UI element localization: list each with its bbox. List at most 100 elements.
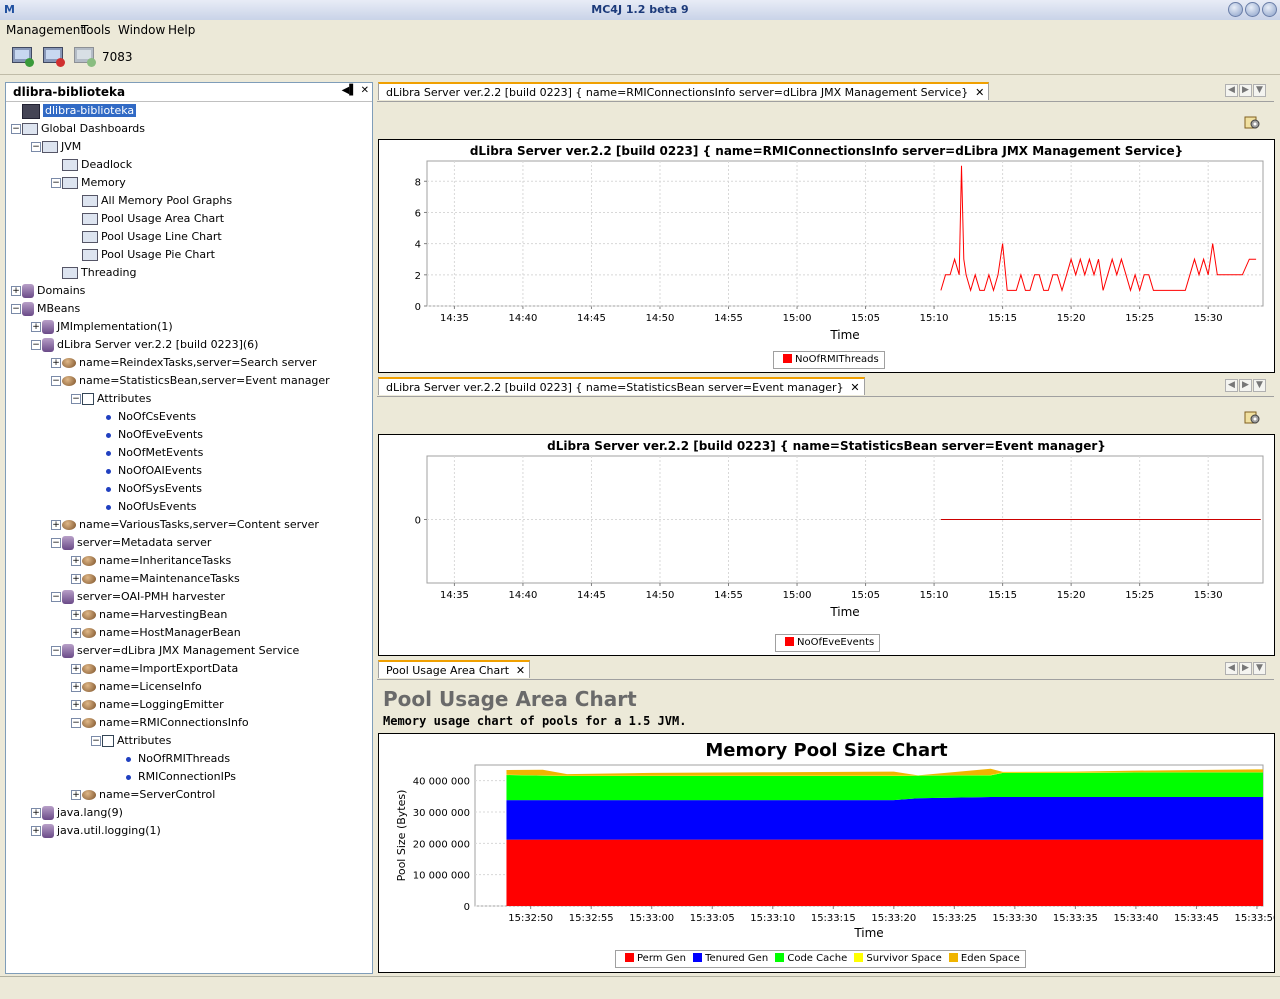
tree-node[interactable]: NoOfSysEvents xyxy=(102,480,202,498)
tree-node[interactable]: JMImplementation(1) xyxy=(42,318,173,336)
tree-node[interactable]: NoOfOAIEvents xyxy=(102,462,202,480)
tree-node[interactable]: Global Dashboards xyxy=(22,120,145,138)
expand-toggle-icon[interactable]: + xyxy=(31,826,41,836)
statistics-chart: dLibra Server ver.2.2 [build 0223] { nam… xyxy=(378,434,1275,656)
collapse-toggle-icon[interactable]: − xyxy=(31,142,41,152)
collapse-toggle-icon[interactable]: − xyxy=(51,646,61,656)
tree-node[interactable]: name=LicenseInfo xyxy=(82,678,202,696)
close-tab-icon[interactable]: ✕ xyxy=(850,379,859,397)
tree-node[interactable]: java.util.logging(1) xyxy=(42,822,161,840)
expand-toggle-icon[interactable]: + xyxy=(31,322,41,332)
close-tab-icon[interactable]: ✕ xyxy=(516,662,525,680)
tree-node[interactable]: server=OAI-PMH harvester xyxy=(62,588,225,606)
menu-management[interactable]: Management xyxy=(6,23,85,37)
tree-node[interactable]: dLibra Server ver.2.2 [build 0223](6) xyxy=(42,336,258,354)
tab-next-icon[interactable]: ▶ xyxy=(1239,379,1252,392)
jar-icon xyxy=(42,806,54,820)
tree-node[interactable]: Pool Usage Area Chart xyxy=(82,210,224,228)
tree-node[interactable]: NoOfRMIThreads xyxy=(122,750,230,768)
expand-toggle-icon[interactable]: + xyxy=(71,700,81,710)
menu-help[interactable]: Help xyxy=(168,23,195,37)
tab-list-icon[interactable]: ▼ xyxy=(1253,662,1266,675)
tree-node[interactable]: Attributes xyxy=(102,732,171,750)
refresh-connection-button[interactable] xyxy=(71,44,97,70)
collapse-toggle-icon[interactable]: − xyxy=(51,592,61,602)
collapse-toggle-icon[interactable]: − xyxy=(11,124,21,134)
expand-toggle-icon[interactable]: + xyxy=(71,682,81,692)
tree-node[interactable]: name=MaintenanceTasks xyxy=(82,570,240,588)
tree-node[interactable]: Attributes xyxy=(82,390,151,408)
tree-node[interactable]: JVM xyxy=(42,138,81,156)
tab-prev-icon[interactable]: ◀ xyxy=(1225,84,1238,97)
expand-toggle-icon[interactable]: + xyxy=(51,358,61,368)
menu-tools[interactable]: Tools xyxy=(81,23,111,37)
tree-node[interactable]: NoOfUsEvents xyxy=(102,498,197,516)
collapse-toggle-icon[interactable]: − xyxy=(51,538,61,548)
tree-node[interactable]: name=ServerControl xyxy=(82,786,215,804)
menu-window[interactable]: Window xyxy=(118,23,165,37)
expand-toggle-icon[interactable]: + xyxy=(71,610,81,620)
collapse-toggle-icon[interactable]: − xyxy=(51,376,61,386)
expand-toggle-icon[interactable]: + xyxy=(71,664,81,674)
tab-list-icon[interactable]: ▼ xyxy=(1253,379,1266,392)
chart-settings-icon[interactable] xyxy=(1244,114,1260,130)
expand-toggle-icon[interactable]: + xyxy=(11,286,21,296)
tab-rmi-connections[interactable]: dLibra Server ver.2.2 [build 0223] { nam… xyxy=(378,82,990,102)
tree-node[interactable]: name=StatisticsBean,server=Event manager xyxy=(62,372,330,390)
tree-node[interactable]: Memory xyxy=(62,174,126,192)
tab-prev-icon[interactable]: ◀ xyxy=(1225,379,1238,392)
tree-node[interactable]: Domains xyxy=(22,282,85,300)
tree-node[interactable]: name=HarvestingBean xyxy=(82,606,227,624)
expand-toggle-icon[interactable]: + xyxy=(71,574,81,584)
tree-node[interactable]: Pool Usage Line Chart xyxy=(82,228,222,246)
tab-next-icon[interactable]: ▶ xyxy=(1239,84,1252,97)
tree-node[interactable]: NoOfMetEvents xyxy=(102,444,203,462)
tab-prev-icon[interactable]: ◀ xyxy=(1225,662,1238,675)
tree-node[interactable]: NoOfCsEvents xyxy=(102,408,196,426)
tree-node[interactable]: name=ReindexTasks,server=Search server xyxy=(62,354,317,372)
tab-statistics-bean[interactable]: dLibra Server ver.2.2 [build 0223] { nam… xyxy=(378,377,865,395)
expand-toggle-icon[interactable]: + xyxy=(71,790,81,800)
tree-node[interactable]: dlibra-biblioteka xyxy=(22,102,137,120)
tree-node[interactable]: name=LoggingEmitter xyxy=(82,696,224,714)
tree-node[interactable]: name=HostManagerBean xyxy=(82,624,241,642)
collapse-toggle-icon[interactable]: − xyxy=(71,394,81,404)
tree-node[interactable]: name=VariousTasks,server=Content server xyxy=(62,516,319,534)
tree-node-label: server=Metadata server xyxy=(77,536,212,549)
tab-next-icon[interactable]: ▶ xyxy=(1239,662,1252,675)
tree-node[interactable]: All Memory Pool Graphs xyxy=(82,192,232,210)
collapse-toggle-icon[interactable]: − xyxy=(91,736,101,746)
collapse-toggle-icon[interactable]: − xyxy=(31,340,41,350)
panel-close-icon[interactable]: ✕ xyxy=(361,85,369,96)
tree-node[interactable]: java.lang(9) xyxy=(42,804,123,822)
tree-node[interactable]: Threading xyxy=(62,264,136,282)
expand-toggle-icon[interactable]: + xyxy=(51,520,61,530)
maximize-button[interactable] xyxy=(1245,2,1260,17)
tree-node[interactable]: Deadlock xyxy=(62,156,132,174)
chart-settings-icon[interactable] xyxy=(1244,409,1260,425)
minimize-button[interactable] xyxy=(1228,2,1243,17)
tree-node[interactable]: Pool Usage Pie Chart xyxy=(82,246,215,264)
expand-toggle-icon[interactable]: + xyxy=(71,556,81,566)
tree-node[interactable]: RMIConnectionIPs xyxy=(122,768,236,786)
close-tab-icon[interactable]: ✕ xyxy=(975,84,984,102)
tree-node[interactable]: name=InheritanceTasks xyxy=(82,552,231,570)
expand-toggle-icon[interactable]: + xyxy=(71,628,81,638)
tree-node[interactable]: server=Metadata server xyxy=(62,534,211,552)
x-tick-label: 14:55 xyxy=(714,313,743,324)
tree-node[interactable]: name=ImportExportData xyxy=(82,660,238,678)
collapse-toggle-icon[interactable]: − xyxy=(71,718,81,728)
collapse-toggle-icon[interactable]: − xyxy=(51,178,61,188)
expand-toggle-icon[interactable]: + xyxy=(31,808,41,818)
panel-dock-icon[interactable]: ◀▌ xyxy=(342,85,357,96)
tree-node[interactable]: NoOfEveEvents xyxy=(102,426,203,444)
tab-pool-usage[interactable]: Pool Usage Area Chart ✕ xyxy=(378,660,531,680)
tab-list-icon[interactable]: ▼ xyxy=(1253,84,1266,97)
tree-node[interactable]: MBeans xyxy=(22,300,80,318)
close-window-button[interactable] xyxy=(1262,2,1277,17)
tree-node[interactable]: name=RMIConnectionsInfo xyxy=(82,714,249,732)
tree-node[interactable]: server=dLibra JMX Management Service xyxy=(62,642,299,660)
new-connection-button[interactable] xyxy=(9,44,35,70)
collapse-toggle-icon[interactable]: − xyxy=(11,304,21,314)
disconnect-button[interactable] xyxy=(40,44,66,70)
